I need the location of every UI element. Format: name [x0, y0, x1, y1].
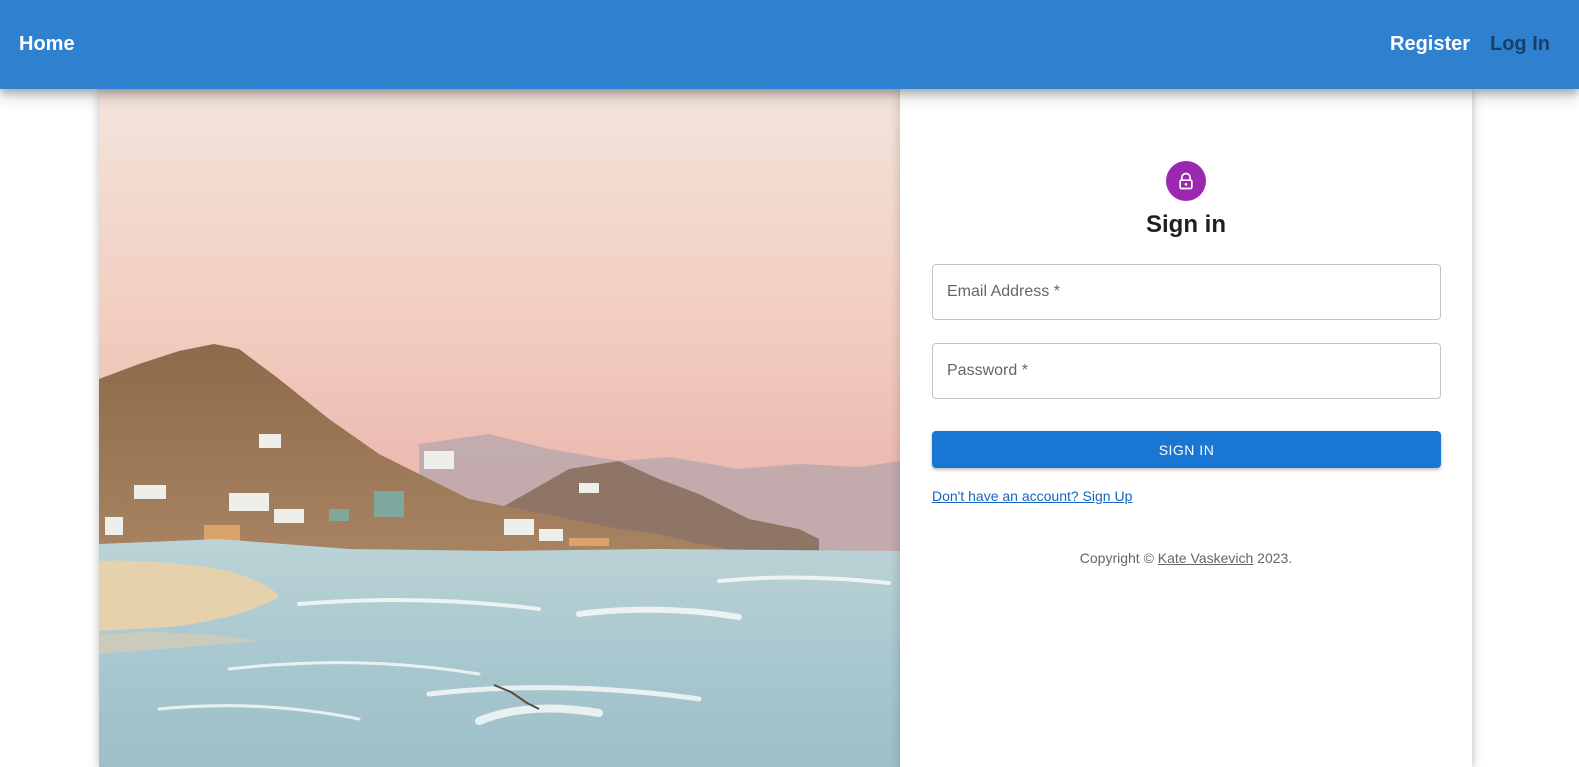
password-input[interactable] [933, 344, 1440, 398]
top-app-bar: Home Register Log In [0, 0, 1579, 89]
copyright-suffix: 2023. [1253, 550, 1293, 566]
sign-up-link[interactable]: Don't have an account? Sign Up [932, 488, 1132, 504]
sign-in-form-panel: Sign in Email Address * Password * SIGN … [900, 89, 1472, 767]
email-field[interactable]: Email Address * [932, 264, 1441, 320]
sign-in-card: Sign in Email Address * Password * SIGN … [99, 89, 1472, 767]
email-input[interactable] [933, 265, 1440, 319]
lock-icon [1179, 172, 1193, 190]
hero-image [99, 89, 900, 767]
sign-in-title: Sign in [1146, 211, 1226, 238]
password-field[interactable]: Password * [932, 343, 1441, 399]
copyright-text: Copyright © Kate Vaskevich 2023. [900, 550, 1472, 566]
nav-home-link[interactable]: Home [19, 33, 75, 56]
author-link[interactable]: Kate Vaskevich [1158, 550, 1253, 566]
sign-in-button[interactable]: SIGN IN [932, 431, 1441, 468]
nav-login-link[interactable]: Log In [1490, 33, 1550, 56]
copyright-prefix: Copyright © [1079, 550, 1158, 566]
nav-register-link[interactable]: Register [1390, 33, 1470, 56]
lock-avatar [1166, 161, 1206, 201]
